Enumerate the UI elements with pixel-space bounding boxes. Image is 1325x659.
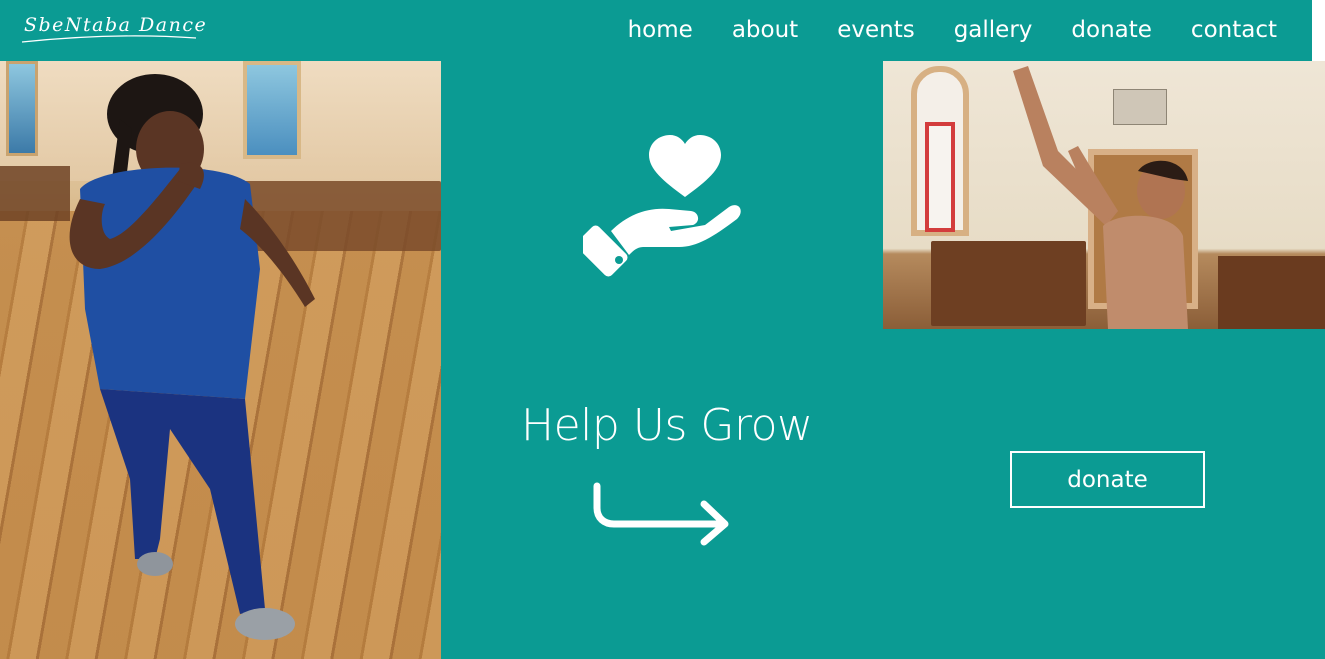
- nav-item-events[interactable]: events: [837, 19, 915, 42]
- page-title: Help Us Grow: [521, 400, 813, 451]
- nav-item-donate[interactable]: donate: [1071, 19, 1152, 42]
- nav-item-gallery[interactable]: gallery: [954, 19, 1033, 42]
- dancer-in-blue-photo: [0, 61, 441, 659]
- donate-button[interactable]: donate: [1010, 451, 1205, 508]
- heart-in-hand-icon: [583, 135, 743, 280]
- dancer-figure-icon: [1013, 66, 1188, 329]
- site-header: SbeNtaba Dance home about events gallery…: [0, 0, 1312, 61]
- scrollbar-strip: [1312, 0, 1325, 61]
- nav-item-contact[interactable]: contact: [1191, 19, 1277, 42]
- logo-underline-icon: [21, 35, 197, 43]
- site-logo[interactable]: SbeNtaba Dance: [20, 10, 206, 46]
- curved-arrow-right-icon: [592, 482, 734, 548]
- nav-item-home[interactable]: home: [628, 19, 693, 42]
- nav-item-about[interactable]: about: [732, 19, 798, 42]
- dancer-in-church-photo: [883, 61, 1325, 329]
- main-nav: home about events gallery donate contact: [589, 0, 1277, 61]
- dancer-figure-icon: [69, 74, 315, 640]
